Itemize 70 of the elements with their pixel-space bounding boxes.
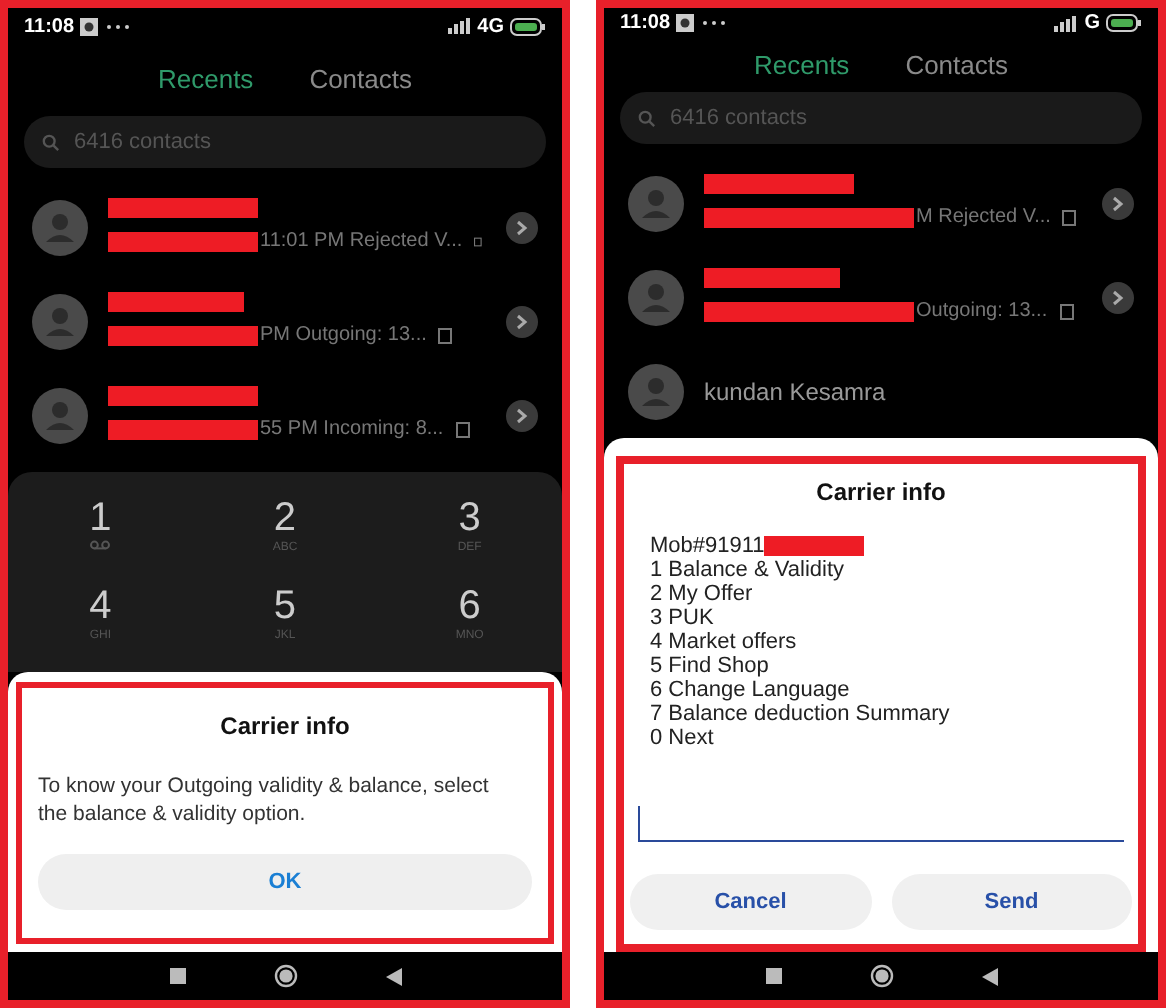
more-icon xyxy=(702,20,727,26)
avatar-icon xyxy=(32,199,88,255)
battery-icon xyxy=(1106,14,1142,32)
home-icon[interactable] xyxy=(869,964,893,988)
tab[interactable]: Recents xyxy=(157,60,254,100)
tab[interactable]: Contacts xyxy=(905,45,1008,85)
mobile-number: Mob#91911 xyxy=(650,534,765,558)
menu-option: 6 Change Language xyxy=(650,678,1124,702)
avatar-icon xyxy=(628,363,684,419)
avatar-icon xyxy=(32,293,88,349)
signal-icon xyxy=(1054,15,1079,31)
back-icon[interactable] xyxy=(981,967,997,985)
details-button[interactable] xyxy=(506,305,538,337)
dialog-message: To know your Outgoing validity & balance, select the balance & validity option. xyxy=(38,772,491,828)
call-detail: PM Outgoing: 13... xyxy=(260,322,427,350)
signal-icon xyxy=(447,18,472,34)
menu-option: 7 Balance deduction Summary xyxy=(650,702,1124,726)
recents-icon[interactable] xyxy=(169,968,185,984)
tab[interactable]: Recents xyxy=(753,45,850,85)
call-detail: M Rejected V... xyxy=(916,204,1051,232)
avatar-icon xyxy=(628,269,684,325)
details-button[interactable] xyxy=(506,211,538,243)
sim-icon xyxy=(455,421,470,437)
avatar-icon xyxy=(32,387,88,443)
contact-name: kundan Kesamra xyxy=(704,379,888,403)
search-field[interactable]: 6416 contacts xyxy=(620,92,1142,144)
home-icon[interactable] xyxy=(273,964,297,988)
search-icon xyxy=(42,134,60,152)
chevron-icon xyxy=(516,407,528,423)
call-detail: 55 PM Incoming: 8... xyxy=(260,416,444,444)
dialog-title: Carrier info xyxy=(220,710,350,744)
menu-option: 0 Next xyxy=(650,726,1124,750)
voicemail-icon xyxy=(90,540,111,550)
details-button[interactable] xyxy=(506,399,538,431)
call-detail: Outgoing: 13... xyxy=(916,298,1048,326)
dialog-title: Carrier info xyxy=(816,476,946,510)
tab[interactable]: Contacts xyxy=(309,60,412,100)
network-type: 4G xyxy=(477,13,504,41)
cancel-button[interactable]: Cancel xyxy=(630,874,871,930)
menu-option: 1 Balance & Validity xyxy=(650,558,1124,582)
sim-icon xyxy=(1062,209,1077,225)
dial-key[interactable]: 1 xyxy=(8,496,193,584)
menu-option: 4 Market offers xyxy=(650,630,1124,654)
back-icon[interactable] xyxy=(385,967,401,985)
call-detail: 11:01 PM Rejected V... xyxy=(260,228,463,256)
avatar-icon xyxy=(628,175,684,231)
chevron-icon xyxy=(1112,195,1124,211)
chevron-icon xyxy=(516,219,528,235)
recents-icon[interactable] xyxy=(765,968,781,984)
menu-option: 5 Find Shop xyxy=(650,654,1124,678)
chevron-icon xyxy=(1112,289,1124,305)
ok-button[interactable]: OK xyxy=(38,854,532,910)
send-button[interactable]: Send xyxy=(891,874,1132,930)
details-button[interactable] xyxy=(1102,187,1134,219)
details-button[interactable] xyxy=(1102,281,1134,313)
sim-icon xyxy=(1059,303,1074,319)
menu-option: 2 My Offer xyxy=(650,582,1124,606)
sim-icon xyxy=(438,327,453,343)
sim-icon xyxy=(474,233,482,249)
chevron-icon xyxy=(516,313,528,329)
menu-option: 3 PUK xyxy=(650,606,1124,630)
status-time: 11:08 xyxy=(24,13,75,41)
status-time: 11:08 xyxy=(620,10,671,38)
reply-input[interactable] xyxy=(638,806,1124,842)
more-icon xyxy=(106,23,131,29)
search-icon xyxy=(638,110,656,128)
redaction-bar xyxy=(764,536,865,556)
battery-icon xyxy=(510,17,546,35)
network-type: G xyxy=(1084,10,1100,38)
search-field[interactable]: 6416 contacts xyxy=(24,116,546,168)
